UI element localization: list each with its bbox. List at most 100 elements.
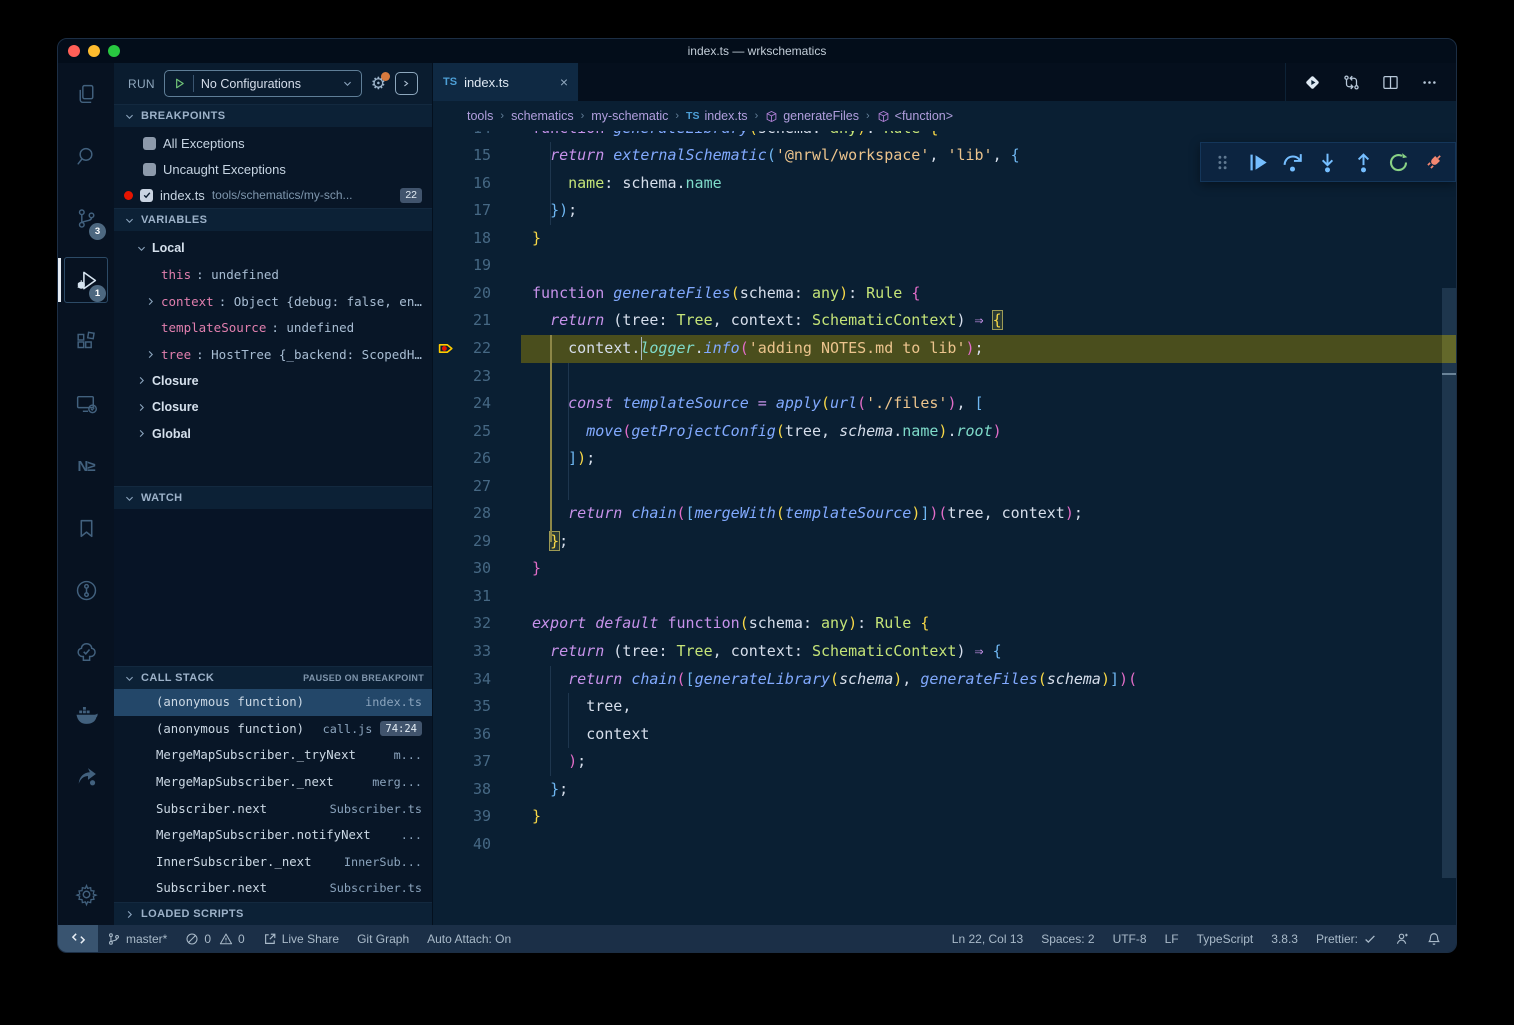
editor-scrollbar[interactable]	[1442, 101, 1456, 925]
call-stack-frame[interactable]: (anonymous function) call.js74:24	[114, 716, 432, 743]
breadcrumb-item[interactable]: schematics	[511, 109, 574, 123]
status-language-mode[interactable]: TypeScript	[1188, 932, 1263, 946]
code-line[interactable]: 18}	[433, 225, 1456, 253]
variable-row[interactable]: this: undefined	[114, 262, 432, 289]
activity-bar-item-bookmarks[interactable]	[58, 497, 114, 559]
code-line[interactable]: 34 return chain([generateLibrary(schema)…	[433, 666, 1456, 694]
status-live-share[interactable]: Live Share	[254, 932, 348, 946]
tab-index-ts[interactable]: TS index.ts ×	[433, 63, 579, 101]
code-line[interactable]: 25 move(getProjectConfig(tree, schema.na…	[433, 418, 1456, 446]
status-git-graph[interactable]: Git Graph	[348, 932, 418, 946]
step-into-button[interactable]	[1313, 147, 1343, 177]
breadcrumb-item[interactable]: <function>	[877, 109, 953, 123]
activity-bar-item-remote-explorer[interactable]	[58, 373, 114, 435]
code-line[interactable]: 38 };	[433, 776, 1456, 804]
close-tab-icon[interactable]: ×	[560, 74, 568, 90]
breakpoint-row[interactable]: index.tstools/schematics/my-sch...22	[114, 182, 432, 208]
status-prettier[interactable]: Prettier:	[1307, 932, 1386, 946]
status-encoding[interactable]: UTF-8	[1104, 932, 1156, 946]
activity-bar-item-testing[interactable]	[58, 621, 114, 683]
code-line[interactable]: 31	[433, 583, 1456, 611]
activity-bar-item-search[interactable]	[58, 125, 114, 187]
code-line[interactable]: 35 tree,	[433, 693, 1456, 721]
breakpoint-row[interactable]: All Exceptions	[114, 130, 432, 156]
debug-console-button[interactable]	[395, 72, 418, 95]
code-line[interactable]: 26 ]);	[433, 445, 1456, 473]
breadcrumb[interactable]: tools›schematics›my-schematic›TSindex.ts…	[433, 101, 1456, 131]
code-editor[interactable]: tools›schematics›my-schematic›TSindex.ts…	[433, 101, 1456, 925]
code-line[interactable]: 24 const templateSource = apply(url('./f…	[433, 390, 1456, 418]
variables-section-header[interactable]: VARIABLES	[114, 208, 432, 231]
variable-row[interactable]: Local	[114, 235, 432, 262]
checkbox[interactable]	[143, 163, 156, 176]
step-out-button[interactable]	[1348, 147, 1378, 177]
activity-bar-item-run-debug[interactable]: 1	[58, 249, 114, 311]
breakpoints-section-header[interactable]: BREAKPOINTS	[114, 104, 432, 127]
variable-row[interactable]: templateSource: undefined	[114, 315, 432, 342]
call-stack-frame[interactable]: MergeMapSubscriber._next merg...	[114, 769, 432, 796]
debug-settings-button[interactable]: ⚙	[371, 75, 386, 92]
split-editor-icon[interactable]	[1382, 74, 1399, 91]
call-stack-frame[interactable]: Subscriber.next Subscriber.ts	[114, 795, 432, 822]
status-cursor-position[interactable]: Ln 22, Col 13	[943, 932, 1032, 946]
status-eol[interactable]: LF	[1156, 932, 1188, 946]
call-stack-frame[interactable]: MergeMapSubscriber.notifyNext ...	[114, 822, 432, 849]
call-stack-frame[interactable]: MergeMapSubscriber._tryNext m...	[114, 742, 432, 769]
code-line[interactable]: 27	[433, 473, 1456, 501]
status-problems[interactable]: 00	[176, 932, 253, 946]
step-over-button[interactable]	[1278, 147, 1308, 177]
debug-current-line-breakpoint-icon[interactable]	[433, 335, 459, 363]
scrollbar-slider[interactable]	[1442, 288, 1456, 878]
code-line[interactable]: 17 });	[433, 197, 1456, 225]
gripper-button[interactable]	[1207, 147, 1237, 177]
activity-bar-item-gitlens[interactable]	[58, 559, 114, 621]
code-line[interactable]: 20function generateFiles(schema: any): R…	[433, 280, 1456, 308]
variable-row[interactable]: tree: HostTree {_backend: ScopedH…	[114, 341, 432, 368]
activity-bar-item-live-share[interactable]	[58, 745, 114, 807]
activity-bar-item-source-control[interactable]: 3	[58, 187, 114, 249]
breadcrumb-item[interactable]: generateFiles	[765, 109, 859, 123]
more-actions-icon[interactable]	[1421, 74, 1438, 91]
code-line[interactable]: 19	[433, 252, 1456, 280]
loaded-scripts-section-header[interactable]: LOADED SCRIPTS	[114, 902, 432, 925]
variable-row[interactable]: context: Object {debug: false, en…	[114, 288, 432, 315]
activity-bar-item-docker[interactable]	[58, 683, 114, 745]
status-indentation[interactable]: Spaces: 2	[1032, 932, 1103, 946]
status-auto-attach[interactable]: Auto Attach: On	[418, 932, 520, 946]
disconnect-button[interactable]	[1419, 147, 1449, 177]
call-stack-frame[interactable]: InnerSubscriber._next InnerSub...	[114, 849, 432, 876]
breadcrumb-item[interactable]: tools	[467, 109, 493, 123]
status-ts-version[interactable]: 3.8.3	[1262, 932, 1307, 946]
variable-row[interactable]: Global	[114, 421, 432, 448]
code-line[interactable]: 30}	[433, 555, 1456, 583]
code-line[interactable]: 36 context	[433, 721, 1456, 749]
code-line[interactable]: 23	[433, 363, 1456, 391]
variable-row[interactable]: Closure	[114, 368, 432, 395]
watch-section-header[interactable]: WATCH	[114, 486, 432, 509]
restart-button[interactable]	[1384, 147, 1414, 177]
call-stack-frame[interactable]: Subscriber.next Subscriber.ts	[114, 875, 432, 902]
run-or-debug-icon[interactable]	[1304, 74, 1321, 91]
breadcrumb-item[interactable]: TSindex.ts	[686, 109, 748, 123]
launch-configuration-dropdown[interactable]: No Configurations	[164, 70, 362, 97]
code-line[interactable]: 22 context.logger.info('adding NOTES.md …	[433, 335, 1456, 363]
call-stack-section-header[interactable]: CALL STACK PAUSED ON BREAKPOINT	[114, 666, 432, 689]
code-line[interactable]: 39}	[433, 803, 1456, 831]
code-line[interactable]: 40	[433, 831, 1456, 859]
status-notifications[interactable]	[1418, 932, 1450, 946]
open-changes-icon[interactable]	[1343, 74, 1360, 91]
continue-button[interactable]	[1242, 147, 1272, 177]
activity-bar-item-explorer[interactable]	[58, 63, 114, 125]
breadcrumb-item[interactable]: my-schematic	[591, 109, 668, 123]
remote-indicator[interactable]	[58, 925, 98, 952]
call-stack-frame[interactable]: (anonymous function) index.ts	[114, 689, 432, 716]
status-feedback[interactable]	[1386, 932, 1418, 946]
code-line[interactable]: 28 return chain([mergeWith(templateSourc…	[433, 500, 1456, 528]
activity-bar-item-extensions[interactable]	[58, 311, 114, 373]
code-line[interactable]: 37 );	[433, 748, 1456, 776]
activity-bar-item-nx-console[interactable]: N≥	[58, 435, 114, 497]
code-line[interactable]: 21 return (tree: Tree, context: Schemati…	[433, 307, 1456, 335]
checkbox[interactable]	[143, 137, 156, 150]
breakpoint-row[interactable]: Uncaught Exceptions	[114, 156, 432, 182]
variable-row[interactable]: Closure	[114, 394, 432, 421]
